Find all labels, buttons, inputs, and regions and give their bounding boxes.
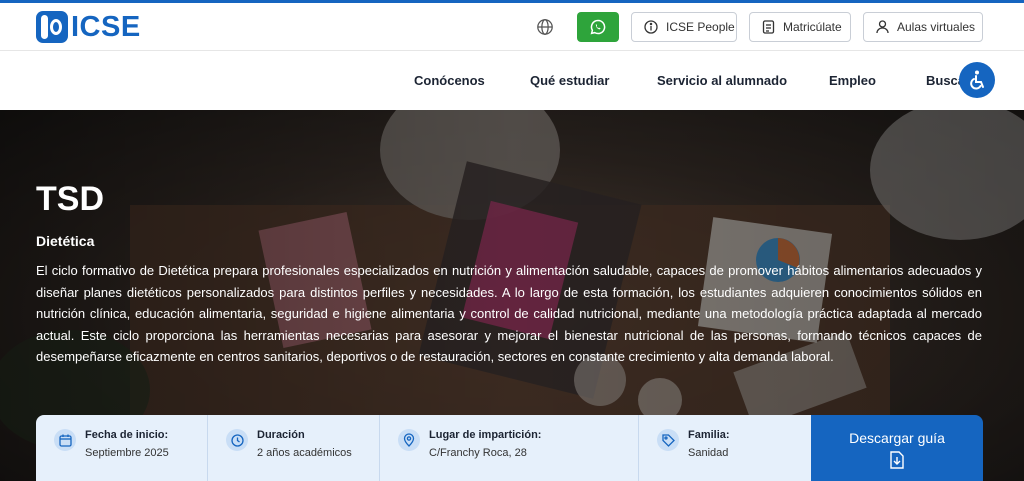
- main-nav: Conócenos Qué estudiar Servicio al alumn…: [0, 51, 1024, 110]
- nav-item-que-estudiar[interactable]: Qué estudiar: [530, 73, 609, 88]
- family-label: Familia:: [688, 429, 730, 441]
- info-duration: Duración 2 años académicos: [208, 415, 380, 481]
- nav-item-conocenos[interactable]: Conócenos: [414, 73, 485, 88]
- matriculate-button[interactable]: Matricúlate: [749, 12, 851, 42]
- info-circle-icon: [644, 20, 658, 34]
- info-start-date: Fecha de inicio: Septiembre 2025: [36, 415, 208, 481]
- logo-mark-icon: [36, 11, 68, 43]
- course-info-bar: Fecha de inicio: Septiembre 2025 Duració…: [36, 415, 811, 481]
- globe-icon[interactable]: [536, 18, 554, 36]
- nav-item-empleo[interactable]: Empleo: [829, 73, 876, 88]
- download-file-icon: [890, 451, 904, 469]
- page-title: TSD: [36, 180, 104, 218]
- icse-logo[interactable]: ICSE: [36, 10, 141, 44]
- form-icon: [762, 20, 775, 34]
- info-location: Lugar de impartición: C/Franchy Roca, 28: [380, 415, 639, 481]
- family-value: Sanidad: [688, 447, 729, 459]
- download-guide-label: Descargar guía: [849, 430, 945, 446]
- duration-label: Duración: [257, 429, 305, 441]
- matriculate-label: Matricúlate: [783, 20, 842, 34]
- user-icon: [876, 20, 889, 34]
- download-guide-button[interactable]: Descargar guía: [811, 415, 983, 481]
- whatsapp-icon: [590, 19, 606, 35]
- info-family: Familia: Sanidad: [639, 415, 811, 481]
- duration-value: 2 años académicos: [257, 447, 352, 459]
- aulas-virtuales-label: Aulas virtuales: [897, 20, 976, 34]
- accessibility-icon: [970, 70, 984, 90]
- icse-people-button[interactable]: ICSE People: [631, 12, 737, 42]
- icse-people-label: ICSE People: [666, 20, 735, 34]
- logo-text: ICSE: [71, 11, 141, 43]
- calendar-icon: [54, 429, 76, 451]
- nav-item-servicio-alumnado[interactable]: Servicio al alumnado: [657, 73, 787, 88]
- aulas-virtuales-button[interactable]: Aulas virtuales: [863, 12, 983, 42]
- whatsapp-button[interactable]: [577, 12, 619, 42]
- location-label: Lugar de impartición:: [429, 429, 542, 441]
- tag-icon: [657, 429, 679, 451]
- hero-section: TSD Dietética El ciclo formativo de Diet…: [0, 110, 1024, 481]
- start-date-label: Fecha de inicio:: [85, 429, 169, 441]
- clock-icon: [226, 429, 248, 451]
- top-bar: ICSE ICSE People Matricúlate Aulas virtu…: [0, 3, 1024, 51]
- page-subtitle: Dietética: [36, 233, 95, 249]
- location-pin-icon: [398, 429, 420, 451]
- start-date-value: Septiembre 2025: [85, 447, 169, 459]
- accessibility-button[interactable]: [959, 62, 995, 98]
- course-description: El ciclo formativo de Dietética prepara …: [36, 263, 982, 364]
- location-value: C/Franchy Roca, 28: [429, 447, 527, 459]
